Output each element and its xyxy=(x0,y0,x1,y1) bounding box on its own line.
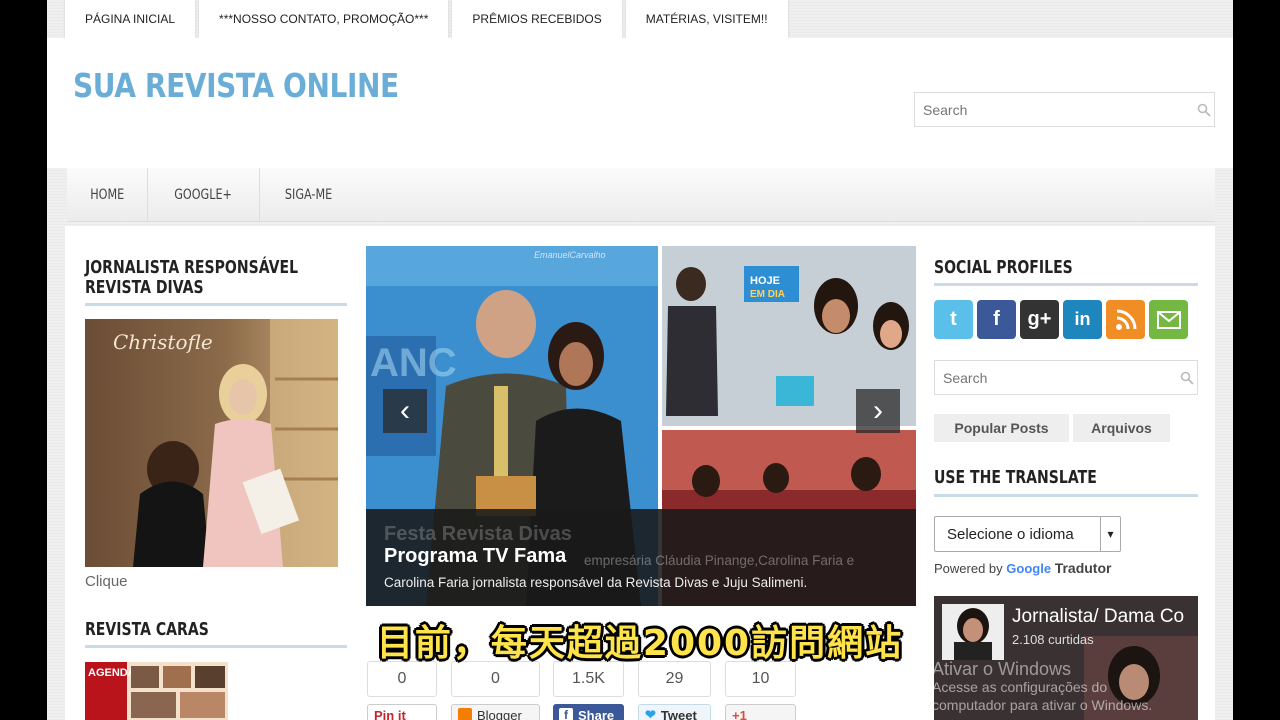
featured-slider[interactable]: ANC EmanuelCarvalho HOJE EM DIA ‹ › Fest… xyxy=(366,246,916,606)
facebook-icon: f xyxy=(559,708,573,720)
email-icon[interactable] xyxy=(1149,300,1188,339)
nav-google-plus[interactable]: GOOGLE+ xyxy=(148,168,260,221)
divider xyxy=(85,303,347,306)
linkedin-profile-icon[interactable]: in xyxy=(1063,300,1102,339)
photo-caption[interactable]: Clique xyxy=(85,573,128,590)
topnav-home[interactable]: PÁGINA INICIAL xyxy=(65,0,196,38)
sidebar-search-input[interactable] xyxy=(935,369,1177,386)
facebook-profile-icon[interactable]: f xyxy=(977,300,1016,339)
site-header: SUA REVISTA ONLINE xyxy=(47,38,1233,168)
slider-description: Carolina Faria jornalista responsável da… xyxy=(384,575,808,590)
topnav-articles[interactable]: MATÉRIAS, VISITEM!! xyxy=(625,0,788,38)
tradutor-link[interactable]: Tradutor xyxy=(1055,560,1112,576)
twitter-profile-icon[interactable]: t xyxy=(934,300,973,339)
sidebar-search xyxy=(934,360,1198,395)
header-search xyxy=(914,92,1215,127)
tab-popular-posts[interactable]: Popular Posts xyxy=(934,414,1069,442)
blogger-button[interactable]: Blogger xyxy=(451,704,540,720)
facebook-count: 1.5K xyxy=(553,661,624,697)
blogger-icon xyxy=(458,708,472,720)
top-navigation: PÁGINA INICIAL ***NOSSO CONTATO, PROMOÇÃ… xyxy=(65,0,788,38)
powered-by-google: Powered by Google Tradutor xyxy=(934,560,1112,576)
language-select[interactable]: Selecione o idioma ▾ xyxy=(934,516,1121,552)
google-plus-profile-icon[interactable]: g+ xyxy=(1020,300,1059,339)
site-title[interactable]: SUA REVISTA ONLINE xyxy=(73,66,399,105)
journalist-photo[interactable]: Christofle xyxy=(85,319,338,567)
google-plus-one-button[interactable]: +1 xyxy=(725,704,796,720)
windows-activation-watermark: Ativar o Windows Acesse as configurações… xyxy=(932,659,1153,713)
video-subtitle: 目前，每天超過2000訪問網站 xyxy=(376,623,904,664)
magazine-thumbnail[interactable]: AGENDA xyxy=(85,662,228,720)
twitter-icon: ❤ xyxy=(645,707,656,720)
header-search-input[interactable] xyxy=(915,101,1194,118)
svg-text:EmanuelCarvalho: EmanuelCarvalho xyxy=(534,250,606,260)
slider-prev-text: empresária Cláudia Pinange,Carolina Fari… xyxy=(584,553,855,568)
svg-text:Christofle: Christofle xyxy=(113,330,213,354)
twitter-count: 29 xyxy=(638,661,711,697)
pinterest-count: 0 xyxy=(367,661,437,697)
nav-follow-me[interactable]: SIGA-ME xyxy=(260,168,357,221)
googleplus-count: 10 xyxy=(725,661,796,697)
topnav-contact-promo[interactable]: ***NOSSO CONTATO, PROMOÇÃO*** xyxy=(199,0,449,38)
facebook-share-button[interactable]: f Share xyxy=(553,704,624,720)
slider-caption: Festa Revista Divas empresária Cláudia P… xyxy=(366,509,916,606)
search-icon[interactable] xyxy=(1177,367,1197,389)
widget-title-journalist: JORNALISTA RESPONSÁVEL REVISTA DIVAS xyxy=(85,257,299,298)
tab-archives[interactable]: Arquivos xyxy=(1073,414,1170,442)
slider-title[interactable]: Programa TV Fama xyxy=(384,545,566,568)
tweet-button[interactable]: ❤ Tweet xyxy=(638,704,711,720)
topnav-awards[interactable]: PRÊMIOS RECEBIDOS xyxy=(452,0,622,38)
blogger-count: 0 xyxy=(451,661,540,697)
divider xyxy=(934,283,1198,286)
slider-prev-button[interactable]: ‹ xyxy=(383,389,427,433)
svg-text:ANC: ANC xyxy=(370,341,457,385)
main-navigation: HOME GOOGLE+ SIGA-ME xyxy=(67,168,1215,222)
svg-text:AGENDA: AGENDA xyxy=(88,667,136,679)
search-icon[interactable] xyxy=(1194,99,1214,121)
widget-title-social: SOCIAL PROFILES xyxy=(934,257,1073,278)
google-logo[interactable]: Google xyxy=(1006,561,1051,576)
browser-page: PÁGINA INICIAL ***NOSSO CONTATO, PROMOÇÃ… xyxy=(47,0,1233,720)
svg-text:EM DIA: EM DIA xyxy=(750,289,785,300)
slider-prev-title: Festa Revista Divas xyxy=(384,523,572,545)
chevron-down-icon: ▾ xyxy=(1100,517,1120,551)
pin-it-button[interactable]: Pin it xyxy=(367,704,437,720)
slider-next-button[interactable]: › xyxy=(856,389,900,433)
rss-feed-icon[interactable] xyxy=(1106,300,1145,339)
nav-home[interactable]: HOME xyxy=(67,168,149,221)
divider xyxy=(934,494,1198,497)
svg-text:HOJE: HOJE xyxy=(750,275,780,287)
widget-title-translate: USE THE TRANSLATE xyxy=(934,467,1097,488)
